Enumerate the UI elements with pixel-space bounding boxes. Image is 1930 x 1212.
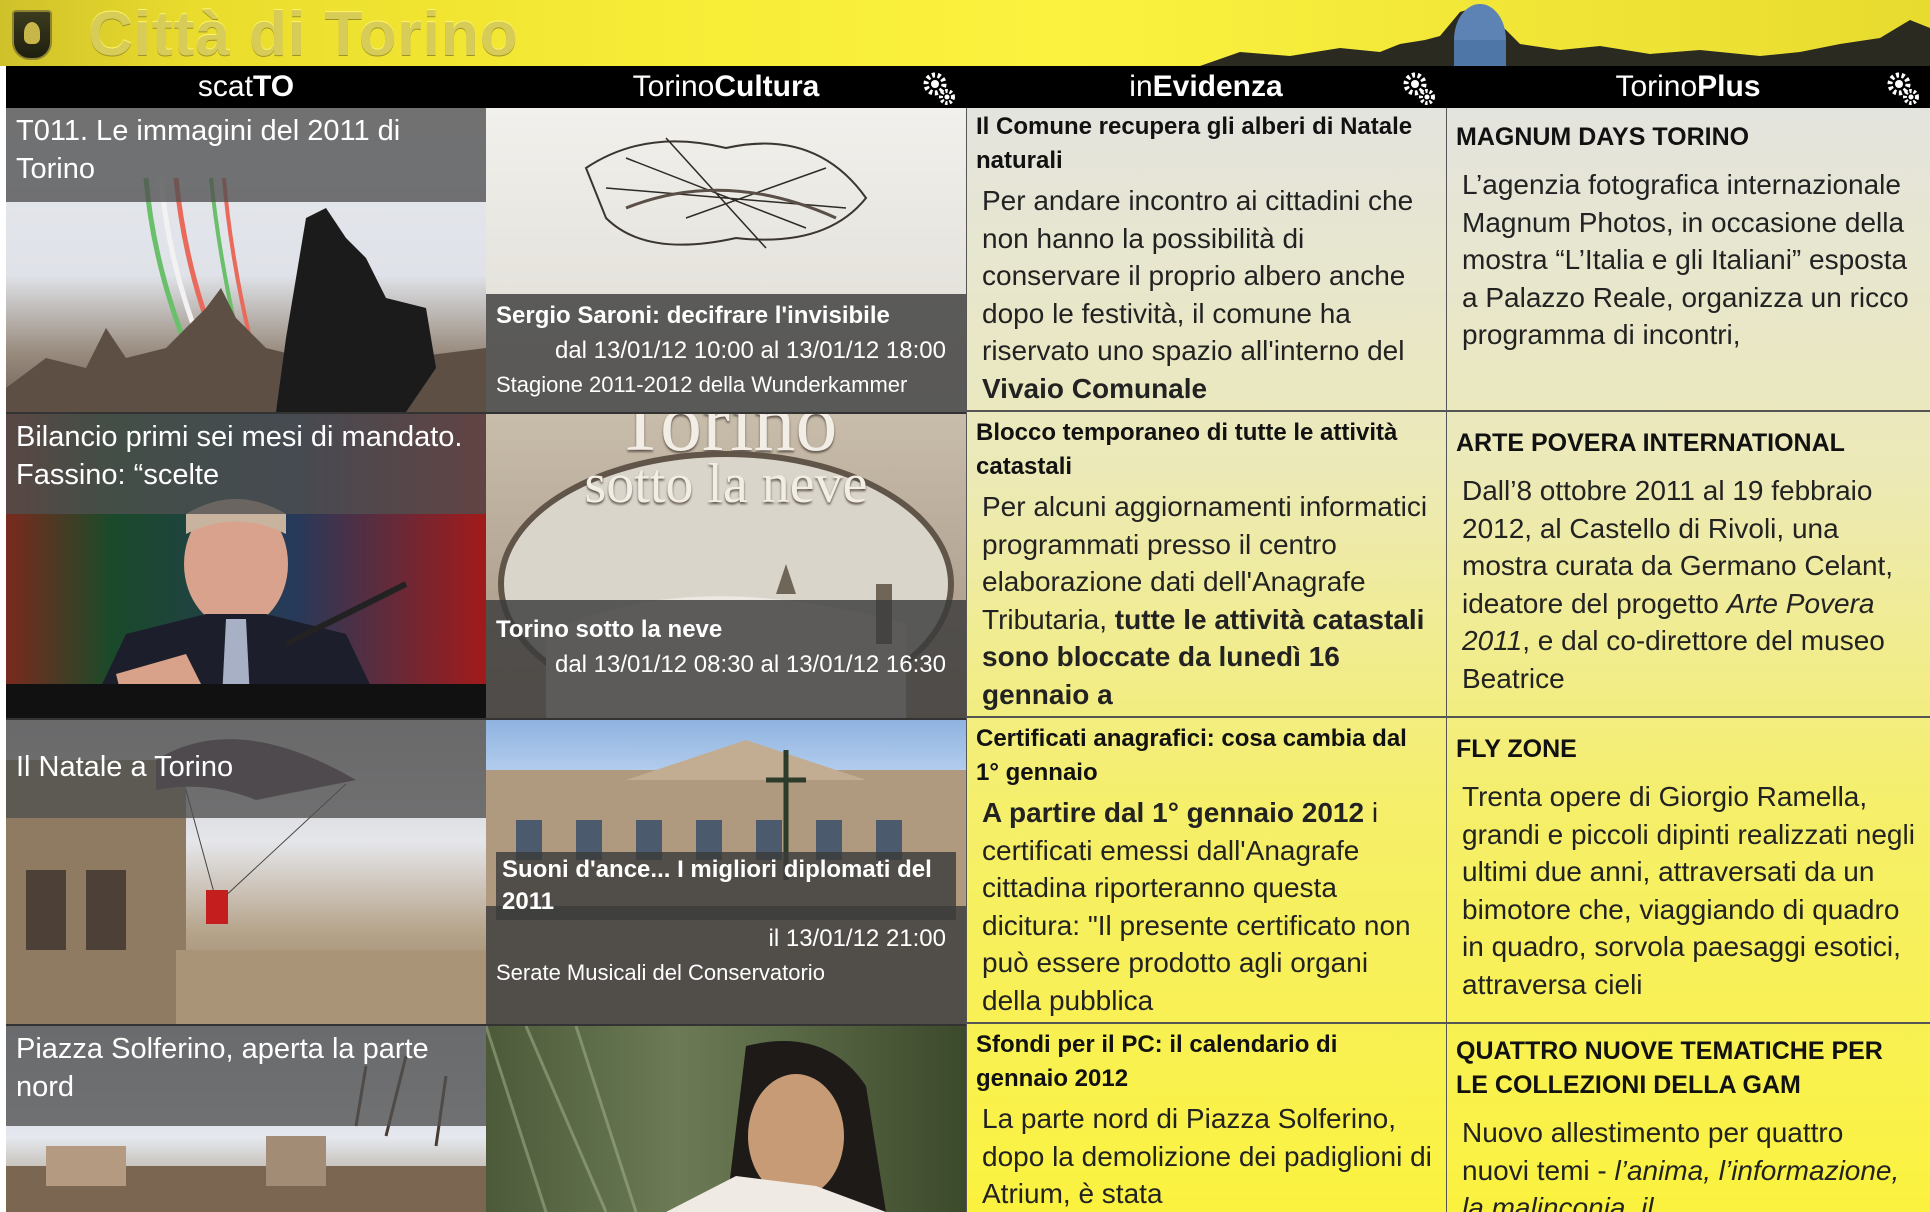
event-item[interactable]: ARTE POVERA INTERNATIONAL Dall’8 ottobre… [1446, 414, 1930, 718]
photo-tile[interactable]: Piazza Solferino, aperta la parte nord [6, 1026, 486, 1212]
app-banner: Città di Torino [0, 0, 1930, 66]
column-cultura: TorinoCultura Sergio Saroni: decifrare l… [486, 66, 966, 1212]
column-header-cultura[interactable]: TorinoCultura [486, 66, 966, 108]
event-tile[interactable] [486, 1026, 966, 1212]
event-title: FLY ZONE [1456, 735, 1577, 763]
column-header-evidenza[interactable]: inEvidenza [966, 66, 1446, 108]
column-title-bold: Cultura [714, 70, 820, 103]
event-series: Serate Musicali del Conservatorio [496, 960, 825, 985]
event-title: Suoni d'ance... I migliori diplomati del… [496, 852, 956, 920]
column-title-bold: Evidenza [1152, 70, 1283, 103]
gear-icon[interactable] [1400, 70, 1436, 106]
news-item[interactable]: Certificati anagrafici: cosa cambia dal … [966, 720, 1446, 1024]
news-body-bold: A partire dal 1° gennaio 2012 [982, 797, 1365, 828]
city-crest-icon[interactable] [12, 10, 52, 60]
column-title-bold: TO [252, 70, 295, 103]
column-divider [966, 108, 967, 1212]
event-title: QUATTRO NUOVE TEMATICHE PER LE COLLEZION… [1456, 1037, 1883, 1099]
event-title: Sergio Saroni: decifrare l'invisibile [496, 302, 890, 329]
event-item[interactable]: MAGNUM DAYS TORINO L’agenzia fotografica… [1446, 108, 1930, 412]
event-caption: Torino sotto la neve dal 13/01/12 08:30 … [486, 600, 966, 718]
news-body: La parte nord di Piazza Solferino, dopo … [982, 1103, 1432, 1209]
event-body: Dall’8 ottobre 2011 al 19 febbraio 2012,… [1456, 472, 1918, 697]
news-title: Sfondi per il PC: il calendario di genna… [976, 1031, 1338, 1092]
gear-icon[interactable] [920, 70, 956, 106]
column-divider [1446, 108, 1447, 1212]
column-title-prefix: Torino [1615, 70, 1698, 103]
column-title-prefix: Torino [632, 70, 715, 103]
column-plus: TorinoPlus MAGNUM DAYS TORINO L’agenzia … [1446, 66, 1930, 1212]
event-tile[interactable]: Torino sotto la neve Torino sotto la nev… [486, 414, 966, 720]
event-dates: il 13/01/12 21:00 [768, 925, 946, 952]
tile-caption: T011. Le immagini del 2011 di Torino [6, 108, 486, 202]
column-title-bold: Plus [1697, 70, 1761, 103]
news-body-text: i certificati emessi dall'Anagrafe citta… [982, 797, 1411, 1016]
news-body: A partire dal 1° gennaio 2012 i certific… [976, 794, 1434, 1019]
tile-caption: Bilancio primi sei mesi di mandato. Fass… [6, 414, 486, 514]
event-tile[interactable]: Suoni d'ance... I migliori diplomati del… [486, 720, 966, 1026]
film-still-photo [486, 1026, 886, 1212]
news-item[interactable]: Sfondi per il PC: il calendario di genna… [966, 1026, 1446, 1212]
news-body-bold: Vivaio Comunale [982, 372, 1208, 404]
event-title: ARTE POVERA INTERNATIONAL [1456, 429, 1845, 457]
column-evidenza: inEvidenza Il Comune recupera gli alberi… [966, 66, 1446, 1212]
event-caption: Suoni d'ance... I migliori diplomati del… [486, 852, 966, 1024]
news-body: Per alcuni aggiornamenti informatici pro… [976, 488, 1434, 713]
event-item[interactable]: FLY ZONE Trenta opere di Giorgio Ramella… [1446, 720, 1930, 1024]
photo-tile[interactable]: Bilancio primi sei mesi di mandato. Fass… [6, 414, 486, 720]
news-title: Certificati anagrafici: cosa cambia dal … [976, 725, 1407, 786]
column-title-prefix: scat [197, 70, 253, 103]
event-body: Trenta opere di Giorgio Ramella, grandi … [1462, 781, 1915, 1000]
news-item[interactable]: Blocco temporaneo di tutte le attività c… [966, 414, 1446, 718]
event-item[interactable]: QUATTRO NUOVE TEMATICHE PER LE COLLEZION… [1446, 1026, 1930, 1212]
news-body-text: Per andare incontro ai cittadini che non… [982, 185, 1414, 366]
event-title: MAGNUM DAYS TORINO [1456, 123, 1750, 151]
news-title: Il Comune recupera gli alberi di Natale … [976, 113, 1413, 174]
event-tile[interactable]: Sergio Saroni: decifrare l'invisibile da… [486, 108, 966, 414]
app-title: Città di Torino [88, 0, 519, 67]
news-title: Blocco temporaneo di tutte le attività c… [976, 419, 1398, 480]
event-caption: Sergio Saroni: decifrare l'invisibile da… [486, 294, 966, 412]
news-item[interactable]: Il Comune recupera gli alberi di Natale … [966, 108, 1446, 412]
event-body: L’agenzia fotografica internazionale Mag… [1462, 169, 1909, 350]
photo-tile[interactable]: Il Natale a Torino [6, 720, 486, 1026]
event-body-text: , e dal co-direttore del museo Beatrice [1462, 625, 1885, 694]
column-title-prefix: in [1129, 70, 1153, 103]
column-header-scatto[interactable]: scatTO [6, 66, 486, 108]
event-body: Nuovo allestimento per quattro nuovi tem… [1456, 1114, 1918, 1212]
column-scatto: scatTO T011. Le immagini del 2011 di Tor… [6, 66, 486, 1212]
event-dates: dal 13/01/12 08:30 al 13/01/12 16:30 [554, 651, 946, 678]
tile-caption: Piazza Solferino, aperta la parte nord [6, 1026, 486, 1126]
event-series: Stagione 2011-2012 della Wunderkammer [496, 372, 908, 397]
event-dates: dal 13/01/12 10:00 al 13/01/12 18:00 [554, 337, 946, 364]
gear-icon[interactable] [1884, 70, 1920, 106]
image-text-subtitle: sotto la neve [584, 453, 868, 515]
event-title: Torino sotto la neve [496, 616, 723, 643]
tile-caption: Il Natale a Torino [6, 720, 486, 818]
column-header-plus[interactable]: TorinoPlus [1446, 66, 1930, 108]
photo-tile[interactable]: T011. Le immagini del 2011 di Torino [6, 108, 486, 414]
news-body: Per andare incontro ai cittadini che non… [976, 182, 1434, 407]
